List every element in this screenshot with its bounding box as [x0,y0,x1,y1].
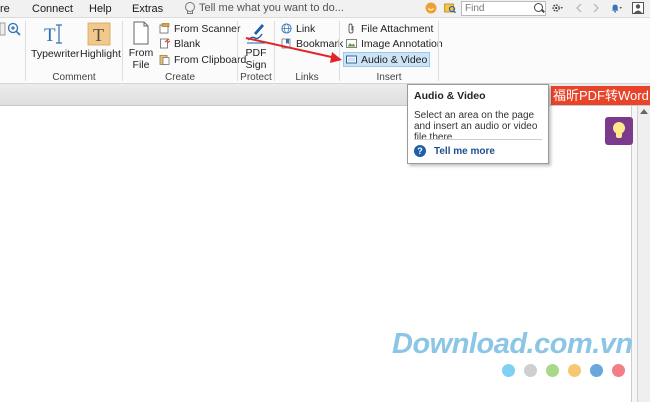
vertical-scrollbar[interactable] [637,106,650,402]
tell-me-more-link[interactable]: ? Tell me more [414,145,495,157]
tell-me-box[interactable]: Tell me what you want to do... [184,2,344,14]
watermark-dot [546,364,559,377]
rating-icon[interactable] [425,2,437,14]
group-separator [122,21,123,81]
settings-icon[interactable] [551,2,563,14]
tell-me-more-label: Tell me more [434,145,495,157]
typewriter-label: Typewriter [31,48,80,60]
highlight-label: Highlight [80,48,121,60]
back-arrow-icon[interactable] [573,2,585,14]
from-scanner-button[interactable]: From Scanner [157,21,243,36]
from-file-label-2: File [132,59,150,71]
document-icon [133,21,149,45]
watermark-dot [590,364,603,377]
notification-bell-icon[interactable] [610,2,622,14]
tooltip-title: Audio & Video [414,90,486,102]
typewriter-icon: T [44,24,62,46]
from-clipboard-button[interactable]: From Clipboard [157,52,248,67]
typewriter-button[interactable]: T Typewriter [31,22,80,60]
menu-item-connect[interactable]: Connect [32,3,73,15]
tell-me-placeholder: Tell me what you want to do... [199,2,344,14]
svg-text:T: T [93,25,104,45]
file-attachment-label: File Attachment [361,22,434,35]
account-icon[interactable] [632,2,644,14]
watermark-dot [612,364,625,377]
from-clipboard-label: From Clipboard [174,53,247,66]
from-scanner-label: From Scanner [174,22,241,35]
from-file-label-1: From [128,47,154,59]
group-label-insert: Insert [376,72,402,83]
forward-arrow-icon[interactable] [590,2,602,14]
find-placeholder: Find [465,3,485,14]
group-label-comment: Comment [52,72,96,83]
folder-search-icon[interactable] [444,2,456,14]
watermark-dot [524,364,537,377]
from-file-button[interactable]: From File [127,21,155,71]
highlight-icon: T [87,22,111,46]
search-icon[interactable] [534,3,543,12]
group-label-links: Links [295,72,319,83]
image-annotation-label: Image Annotation [361,37,443,50]
highlight-button[interactable]: T Highlight [80,22,121,60]
menu-item-help[interactable]: Help [89,3,112,15]
svg-text:T: T [44,25,56,46]
scroll-up-icon[interactable] [640,109,648,114]
audio-video-label: Audio & Video [361,53,428,66]
watermark-dot [502,364,515,377]
download-watermark-logo: Download.com.vn [392,328,633,361]
scanner-icon [159,23,170,34]
group-label-create: Create [164,72,195,83]
clipboard-icon [159,55,170,65]
lightbulb-icon [184,2,195,14]
group-separator [25,21,26,81]
red-arrow-annotation [245,37,342,63]
banner-text: 福昕PDF转Word [553,88,649,103]
audio-video-tooltip: Audio & Video Select an area on the page… [407,84,549,164]
blank-page-icon [160,38,170,49]
tips-lightbulb-button[interactable] [605,117,633,145]
watermark-dot [568,364,581,377]
lightbulb-base [616,133,622,138]
tooltip-divider [414,139,542,140]
watermark-text: Download.com.vn [392,328,633,360]
blank-button[interactable]: Blank [157,36,202,51]
menu-item-extras[interactable]: Extras [132,3,163,15]
blank-label: Blank [174,37,201,50]
group-separator [438,21,439,81]
partial-tool-icon[interactable] [0,21,6,37]
group-label-protect: Protect [240,72,272,83]
zoom-in-icon[interactable] [7,22,21,36]
menu-item-share[interactable]: re [0,3,10,15]
promo-banner[interactable]: 福昕PDF转Word [551,86,650,105]
menu-bar: re Connect Help Extras Tell me what you … [0,0,650,18]
help-question-icon: ? [414,145,426,157]
